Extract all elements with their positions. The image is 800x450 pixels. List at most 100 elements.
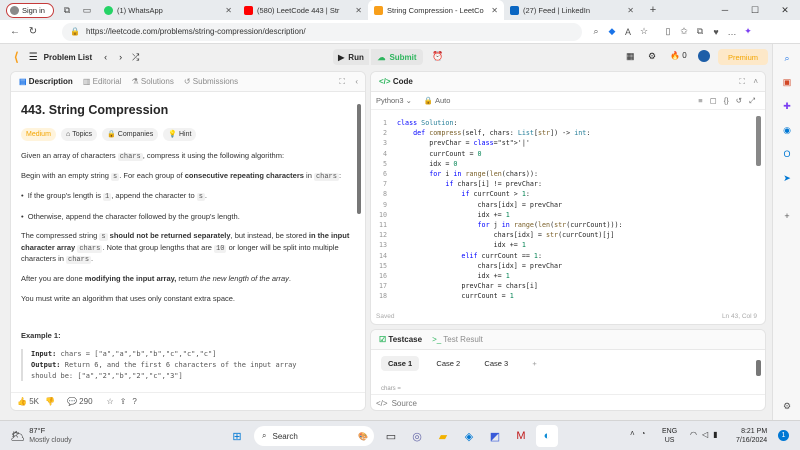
braces-icon[interactable]: {} [724,96,729,106]
code-line[interactable]: 17 prevChar = chars[i] [371,282,538,292]
shopping-icon[interactable]: ▣ [773,70,800,94]
code-line[interactable]: 14 elif currCount == 1: [371,252,542,262]
code-line[interactable]: 6 for i in range(len(chars)): [371,170,538,180]
auto-mode[interactable]: 🔒 Auto [424,96,450,105]
prev-problem-icon[interactable]: ‹ [104,52,107,62]
tab-test-result[interactable]: >_ Test Result [432,335,483,344]
submit-button[interactable]: ☁ Submit [371,49,423,65]
code-line[interactable]: 2 def compress(self, chars: List[str]) -… [371,129,590,139]
code-line[interactable]: 12 chars[idx] = str(currCount)[j] [371,231,615,241]
tab-actions-icon[interactable]: ▭ [80,3,94,17]
tab-submissions[interactable]: ↺ Submissions [184,77,238,86]
edge-icon[interactable]: ◐ [536,425,558,447]
extension-icon[interactable]: ◆ [604,26,620,37]
companies-button[interactable]: 🔒 Companies [102,128,159,142]
hint-button[interactable]: 💡 Hint [163,128,197,142]
code-line[interactable]: 13 idx += 1 [371,241,526,251]
leetcode-logo-icon[interactable]: ⟨ [14,50,19,64]
tab-testcase[interactable]: ☑ Testcase [379,335,422,344]
file-explorer-icon[interactable]: ▰ [432,425,454,447]
star-icon[interactable]: ☆ [107,397,114,406]
taskbar-search[interactable]: ⌕ Search 🎨 [254,426,374,446]
favorites-icon[interactable]: ✩ [676,26,692,37]
favorite-icon[interactable]: ☆ [636,26,652,37]
dislike-icon[interactable]: 👎 [45,397,55,406]
code-line[interactable]: 9 chars[idx] = prevChar [371,201,562,211]
close-icon[interactable]: ✕ [491,6,498,15]
language-indicator[interactable]: ENG US [662,427,677,445]
maximize-icon[interactable]: ☐ [740,5,770,16]
case-3-tab[interactable]: Case 3 [477,356,515,371]
copilot-icon[interactable]: ✦ [740,26,756,37]
mcafee-icon[interactable]: M [510,425,532,447]
comments-button[interactable]: 💬 290 [67,397,93,406]
status-icons[interactable]: ◠ ◁ ▮ [690,430,718,439]
run-button[interactable]: ▶ Run [333,49,369,65]
code-line[interactable]: 4 currCount = 0 [371,150,482,160]
reset-icon[interactable]: ↺ [736,96,742,106]
tab-youtube[interactable]: (580) LeetCode 443 | Str ✕ [238,1,368,19]
sign-in-button[interactable]: Sign in [6,2,54,18]
code-line[interactable]: 11 for j in range(len(str(currCount))): [371,221,623,231]
code-editor[interactable]: 1 class Solution: 2 def compress(self, cha… [371,115,757,301]
next-problem-icon[interactable]: › [119,52,122,62]
weather-widget[interactable]: 🌥 87°F Mostly cloudy [10,426,72,445]
testcase-scrollbar[interactable] [756,360,761,376]
premium-button[interactable]: Premium [718,49,768,65]
split-screen-icon[interactable]: ▯ [660,26,676,37]
code-line[interactable]: 10 idx += 1 [371,211,510,221]
code-tab[interactable]: </> Code [379,77,413,86]
topics-button[interactable]: ⌂ Topics [61,128,98,142]
code-line[interactable]: 3 prevChar = class="st">'|' [371,139,530,149]
add-case-icon[interactable]: + [525,356,543,371]
collapse-icon[interactable]: ˄ [753,77,758,86]
add-icon[interactable]: + [773,204,800,228]
collections-icon[interactable]: ⧉ [692,26,708,37]
code-line[interactable]: 7 if chars[i] != prevChar: [371,180,542,190]
code-line[interactable]: 18 currCount = 1 [371,292,514,301]
description-scrollbar[interactable] [357,104,361,214]
zoom-icon[interactable]: ⌕ [588,26,604,37]
clock[interactable]: 8:21 PM 7/16/2024 [736,427,767,445]
expand-icon[interactable]: ⛶ [739,77,745,87]
store-icon[interactable]: ◈ [458,425,480,447]
search-icon[interactable]: ⌕ [773,46,800,70]
close-icon[interactable]: ✕ [225,6,232,15]
notification-badge[interactable]: 1 [778,430,789,441]
more-icon[interactable]: … [724,27,740,37]
code-line[interactable]: 16 idx += 1 [371,272,510,282]
language-select[interactable]: Python3 ⌄ [376,96,412,105]
tab-description[interactable]: ▤ Description [19,77,73,86]
close-icon[interactable]: ✕ [355,6,362,15]
code-line[interactable]: 15 chars[idx] = prevChar [371,262,562,272]
problem-list-link[interactable]: Problem List [44,53,92,62]
browser-essentials-icon[interactable]: ♥ [708,27,724,37]
share-icon[interactable]: ⇪ [120,397,127,406]
sidebar-settings-icon[interactable]: ⚙ [773,394,800,418]
new-tab-icon[interactable]: + [646,3,660,17]
tab-linkedin[interactable]: (27) Feed | LinkedIn ✕ [504,1,640,19]
fullscreen-icon[interactable]: ⤢ [749,96,755,106]
expand-icon[interactable]: ⛶ [339,77,345,87]
tab-leetcode[interactable]: String Compression - LeetCo ✕ [368,0,504,20]
tab-whatsapp[interactable]: (1) WhatsApp ✕ [98,1,238,19]
refresh-icon[interactable]: ↻ [24,26,42,37]
outlook-icon[interactable]: O [773,142,800,166]
case-1-tab[interactable]: Case 1 [381,356,420,371]
close-icon[interactable]: ✕ [627,6,634,15]
tools-icon[interactable]: ✚ [773,94,800,118]
settings-icon[interactable]: ⚙ [648,51,656,62]
timer-icon[interactable]: ⏰ [432,51,443,62]
code-line[interactable]: 1 class Solution: [371,119,457,129]
streak-counter[interactable]: 🔥 0 [670,51,687,60]
case-2-tab[interactable]: Case 2 [429,356,467,371]
shuffle-icon[interactable]: ⤮ [132,52,139,63]
help-icon[interactable]: ? [132,397,136,406]
tray-app-icon[interactable]: ◔ [641,429,646,438]
chevron-up-icon[interactable]: ˄ [630,429,635,438]
app-icon[interactable]: ◩ [484,425,506,447]
like-button[interactable]: 👍 5K [17,397,39,406]
bookmark-icon[interactable]: ▢ [710,96,717,106]
editor-scrollbar[interactable] [756,116,761,166]
code-line[interactable]: 8 if currCount > 1: [371,190,530,200]
